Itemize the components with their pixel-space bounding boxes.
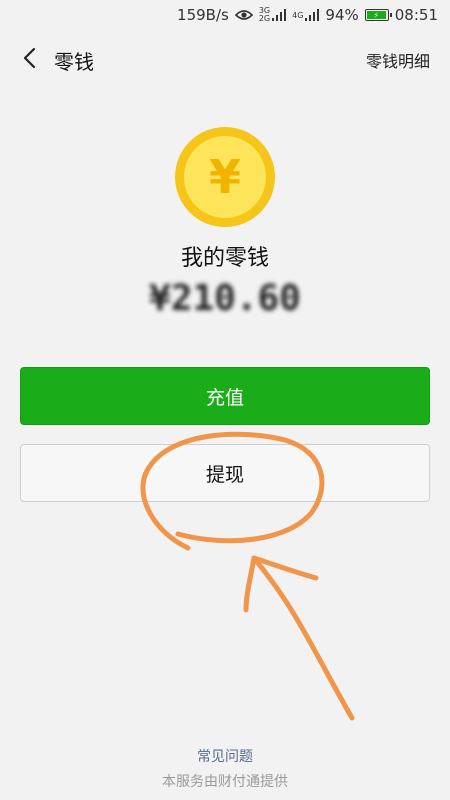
- service-provider-note: 本服务由财付通提供: [162, 774, 288, 790]
- battery-percent: 94%: [325, 6, 359, 24]
- eye-icon: [234, 9, 253, 21]
- faq-link[interactable]: 常见问题: [0, 746, 450, 766]
- page-title: 零钱: [54, 49, 94, 74]
- battery-icon: ⚡: [364, 9, 392, 21]
- withdraw-button[interactable]: 提现: [20, 444, 430, 502]
- network-speed: 159B/s: [177, 6, 229, 24]
- back-button[interactable]: [12, 40, 46, 80]
- clock: 08:51: [394, 6, 438, 24]
- coin-symbol: ¥: [184, 136, 266, 218]
- annotation-arrow-shaft: [251, 555, 355, 721]
- status-bar: 159B/s 3G 2G 4G 94% ⚡ 08:51: [0, 0, 450, 30]
- annotation-arrow-head-left: [243, 555, 257, 613]
- balance-amount: ¥210.60: [149, 278, 301, 319]
- recharge-button[interactable]: 充值: [20, 367, 430, 425]
- balance-label: 我的零钱: [180, 246, 269, 271]
- chevron-left-icon: [22, 47, 36, 73]
- annotation-arrow-head-right: [251, 555, 319, 581]
- yuan-coin-icon: ¥: [175, 127, 275, 227]
- change-details-link[interactable]: 零钱明细: [366, 48, 430, 72]
- nav-bar: 零钱 零钱明细: [0, 32, 450, 88]
- signal-2g3g-icon: 3G 2G: [259, 7, 287, 23]
- signal-4g-icon: 4G: [292, 9, 320, 21]
